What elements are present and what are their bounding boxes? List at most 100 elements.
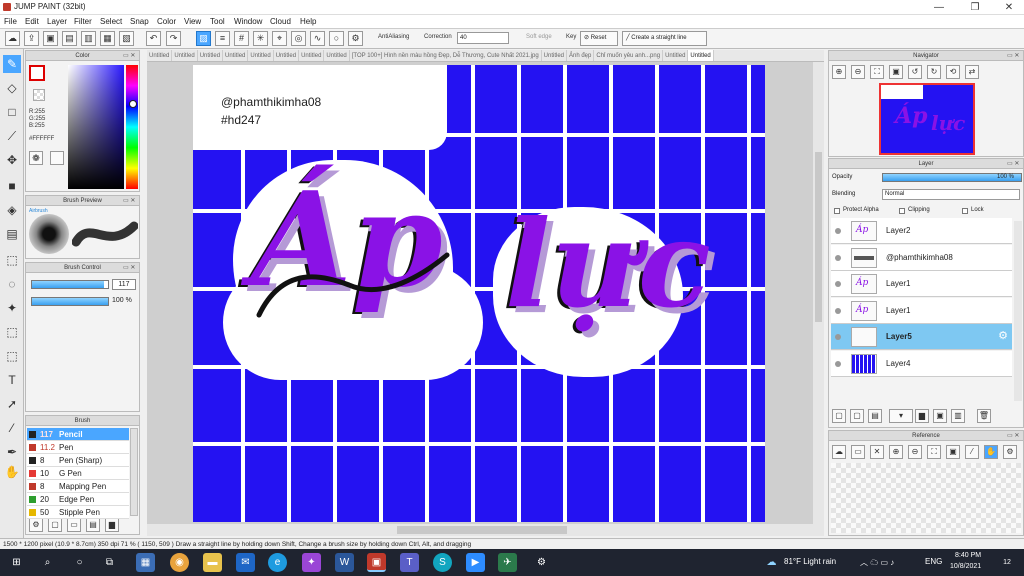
document-tab[interactable]: [TOP 100+] Hình nền màu hồng Đẹp, Dễ Thư… xyxy=(350,50,542,61)
eyedropper-tool-icon[interactable]: ⁄ xyxy=(3,419,21,437)
export-icon[interactable]: ▧ xyxy=(119,31,134,46)
brush-item[interactable]: 8 Pen (Sharp) xyxy=(27,454,129,467)
clock-date[interactable]: 10/8/2021 xyxy=(950,563,981,570)
blending-select[interactable]: Normal xyxy=(882,189,1020,200)
undo-icon[interactable]: ↶ xyxy=(146,31,161,46)
menu-window[interactable]: Window xyxy=(234,17,262,26)
horizontal-scroll-thumb[interactable] xyxy=(397,526,567,534)
document-tab[interactable]: Untitled xyxy=(663,50,689,61)
menu-tool[interactable]: Tool xyxy=(210,17,225,26)
actual-size-icon[interactable]: ▣ xyxy=(889,65,903,79)
lasso-tool-icon[interactable]: ◌ xyxy=(3,275,21,293)
word-icon[interactable]: W xyxy=(335,553,354,572)
brush-settings-icon[interactable]: ⚙ xyxy=(29,518,43,532)
reference-zoom-in-icon[interactable]: ⊕ xyxy=(889,445,903,459)
reference-open-icon[interactable]: ▭ xyxy=(851,445,865,459)
reference-view[interactable] xyxy=(831,463,1021,533)
open-file-icon[interactable]: ⇪ xyxy=(24,31,39,46)
document-tab[interactable]: Untitled xyxy=(147,50,173,61)
snap-grid-icon[interactable]: # xyxy=(234,31,249,46)
teams-icon[interactable]: T xyxy=(400,553,419,572)
layer-settings-icon[interactable]: ⚙ xyxy=(998,329,1008,342)
brush-size-value[interactable]: 117 xyxy=(112,279,136,290)
panel-close-icon[interactable]: ▭ ✕ xyxy=(123,52,137,60)
magic-wand-tool-icon[interactable]: ✦ xyxy=(3,299,21,317)
zoom-icon[interactable]: ▶ xyxy=(466,553,485,572)
layers-icon[interactable]: ▦ xyxy=(100,31,115,46)
panel-close-icon[interactable]: ▭ ✕ xyxy=(1007,52,1021,60)
language-indicator[interactable]: ENG xyxy=(925,557,942,566)
layer-visibility-icon[interactable] xyxy=(835,228,841,234)
document-tab[interactable]: Untitled xyxy=(274,50,300,61)
close-button[interactable]: ✕ xyxy=(994,0,1024,15)
color-history-icon[interactable] xyxy=(50,151,64,165)
document-tab[interactable]: Untitled xyxy=(223,50,249,61)
panel-close-icon[interactable]: ▭ ✕ xyxy=(1007,160,1021,168)
chrome-icon[interactable]: ◉ xyxy=(170,553,189,572)
text-tool-icon[interactable]: T xyxy=(3,371,21,389)
layer-row[interactable]: Áp Layer1 xyxy=(831,271,1012,298)
brush-folder-icon[interactable]: ▆ xyxy=(105,518,119,532)
messenger-icon[interactable]: ✦ xyxy=(302,553,321,572)
fill-rect-tool-icon[interactable]: ■ xyxy=(3,177,21,195)
document-tab[interactable]: Untitled xyxy=(172,50,198,61)
reference-cloud-icon[interactable]: ☁ xyxy=(832,445,846,459)
brush-list-scrollbar[interactable] xyxy=(130,428,138,516)
straight-line-button[interactable]: ╱ Create a straight line xyxy=(622,31,707,46)
settings-icon[interactable]: ⚙ xyxy=(532,553,551,572)
foreground-color-swatch[interactable] xyxy=(29,65,45,81)
store-icon[interactable]: ▦ xyxy=(136,553,155,572)
layer-row[interactable]: @phamthikimha08 xyxy=(831,244,1012,271)
search-icon[interactable]: ⌕ xyxy=(38,553,57,572)
brush-item[interactable]: 50 Stipple Pen xyxy=(27,506,129,519)
document-tab[interactable]: Chỉ muốn yêu anh...png xyxy=(594,50,664,61)
canvas-page[interactable]: @phamthikimha08 #hd247 Áp lực xyxy=(193,65,765,522)
duplicate-layer-icon[interactable]: ▤ xyxy=(868,409,882,423)
pen-tool-icon[interactable]: ✎ xyxy=(3,55,21,73)
new-layer-icon[interactable]: ▢ xyxy=(832,409,846,423)
reference-zoom-out-icon[interactable]: ⊖ xyxy=(908,445,922,459)
vertical-scrollbar[interactable] xyxy=(813,62,824,524)
lock-checkbox[interactable] xyxy=(962,208,968,214)
document-tab[interactable]: Untitled xyxy=(542,50,567,61)
brush-copy-icon[interactable]: ▭ xyxy=(67,518,81,532)
menu-color[interactable]: Color xyxy=(157,17,176,26)
brush-item[interactable]: 11.2 Pen xyxy=(27,441,129,454)
color-wheel-icon[interactable]: ❁ xyxy=(29,151,43,165)
edge-icon[interactable]: e xyxy=(268,553,287,572)
brush-item[interactable]: 20 Edge Pen xyxy=(27,493,129,506)
layer-visibility-icon[interactable] xyxy=(835,254,841,261)
fit-view-icon[interactable]: ⛶ xyxy=(870,65,884,79)
snap-curve-icon[interactable]: ∿ xyxy=(310,31,325,46)
bucket-tool-icon[interactable]: ◈ xyxy=(3,201,21,219)
minimize-button[interactable]: — xyxy=(924,0,954,15)
layer-visibility-icon[interactable] xyxy=(835,361,841,367)
print-icon[interactable]: ▤ xyxy=(62,31,77,46)
menu-select[interactable]: Select xyxy=(100,17,122,26)
select-eraser-tool-icon[interactable]: ⬚ xyxy=(3,347,21,365)
start-icon[interactable]: ⊞ xyxy=(7,553,26,572)
line-tool-icon[interactable]: ⟋ xyxy=(3,127,21,145)
layer-row[interactable]: Áp Layer2 xyxy=(831,218,1012,244)
snap-circle-icon[interactable]: ◎ xyxy=(291,31,306,46)
jump-paint-icon[interactable]: ▣ xyxy=(367,553,386,572)
document-tab[interactable]: Untitled xyxy=(688,50,714,61)
reset-button[interactable]: ⊘ Reset xyxy=(580,31,618,46)
page-icon[interactable]: ▥ xyxy=(81,31,96,46)
select-pen-tool-icon[interactable]: ⬚ xyxy=(3,323,21,341)
gradient-tool-icon[interactable]: ▤ xyxy=(3,225,21,243)
rotate-reset-icon[interactable]: ⟲ xyxy=(946,65,960,79)
panel-close-icon[interactable]: ▭ ✕ xyxy=(123,264,137,272)
rotate-left-icon[interactable]: ↺ xyxy=(908,65,922,79)
snap-radial-icon[interactable]: ✳ xyxy=(253,31,268,46)
menu-layer[interactable]: Layer xyxy=(47,17,67,26)
snap-off-icon[interactable]: ▨ xyxy=(196,31,211,46)
document-tab[interactable]: Ảnh đẹp xyxy=(567,50,595,61)
layer-row[interactable]: Layer4 xyxy=(831,351,1012,377)
merge-down-icon[interactable]: ▣ xyxy=(933,409,947,423)
menu-file[interactable]: File xyxy=(4,17,17,26)
brush-item[interactable]: 117 Pencil xyxy=(27,428,129,441)
reference-actual-icon[interactable]: ▣ xyxy=(946,445,960,459)
reference-hand-icon[interactable]: ✋ xyxy=(984,445,998,459)
brush-item[interactable]: 10 G Pen xyxy=(27,467,129,480)
